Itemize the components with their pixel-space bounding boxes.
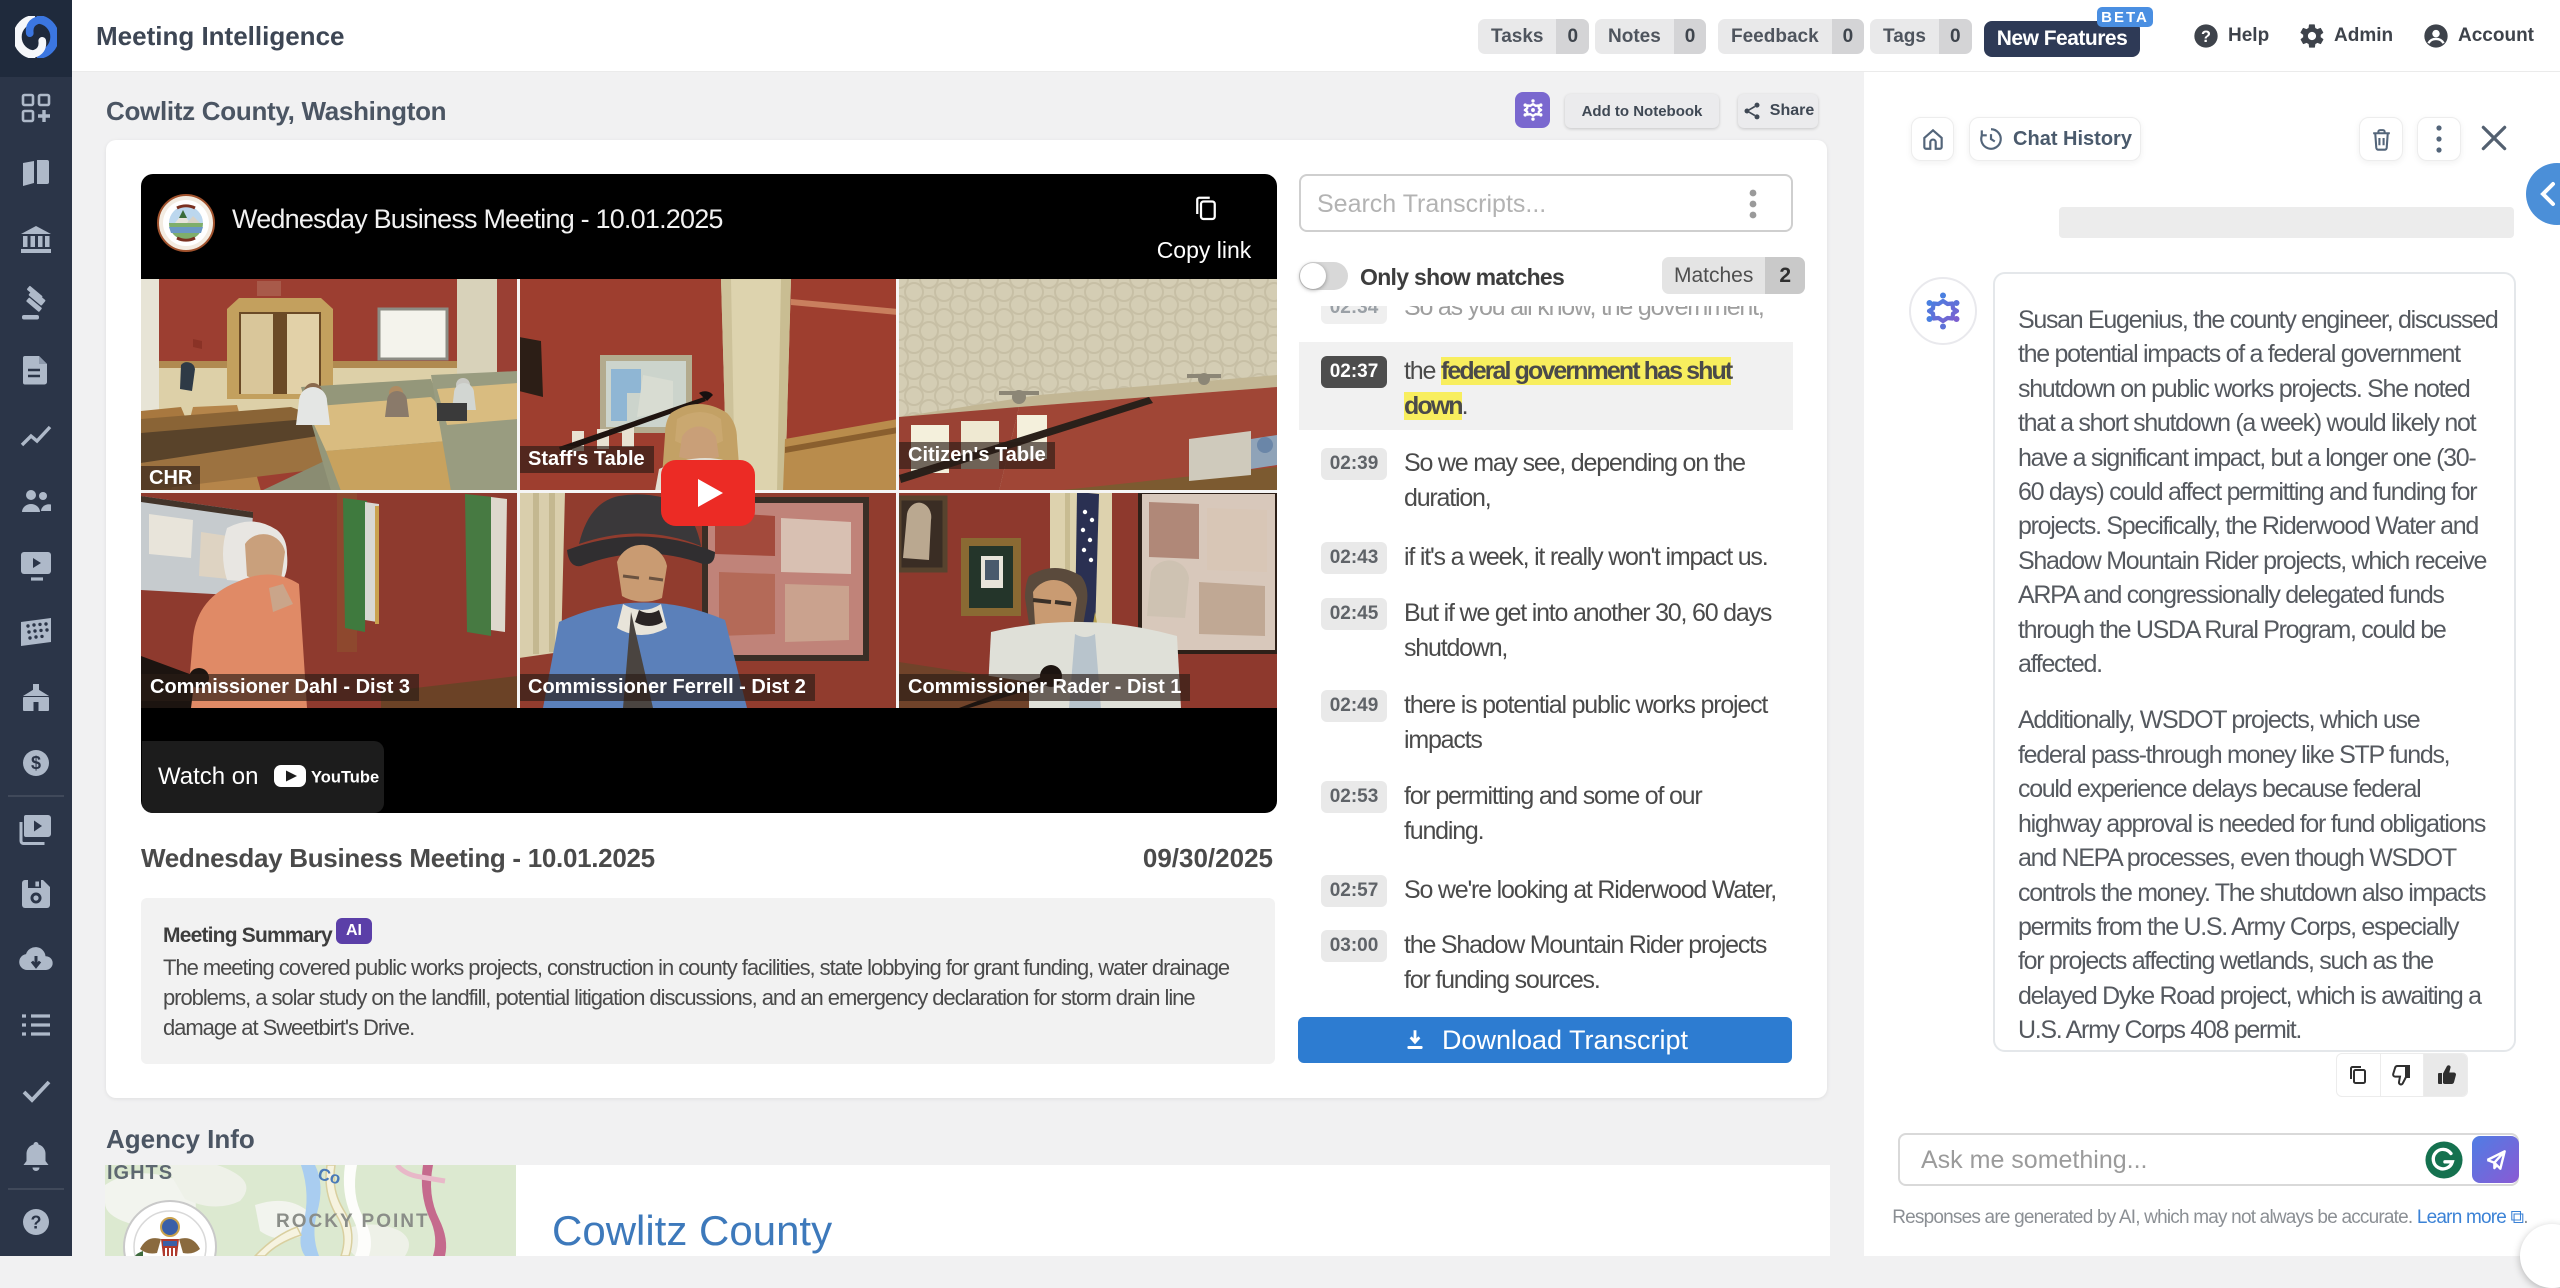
svg-text:YouTube: YouTube — [311, 769, 379, 787]
svg-text:IGHTS: IGHTS — [107, 1165, 173, 1184]
svg-text:$: $ — [31, 753, 41, 773]
svg-text:ROCKY POINT: ROCKY POINT — [276, 1211, 430, 1232]
svg-text:?: ? — [2201, 28, 2211, 46]
svg-text:?: ? — [31, 1213, 42, 1233]
